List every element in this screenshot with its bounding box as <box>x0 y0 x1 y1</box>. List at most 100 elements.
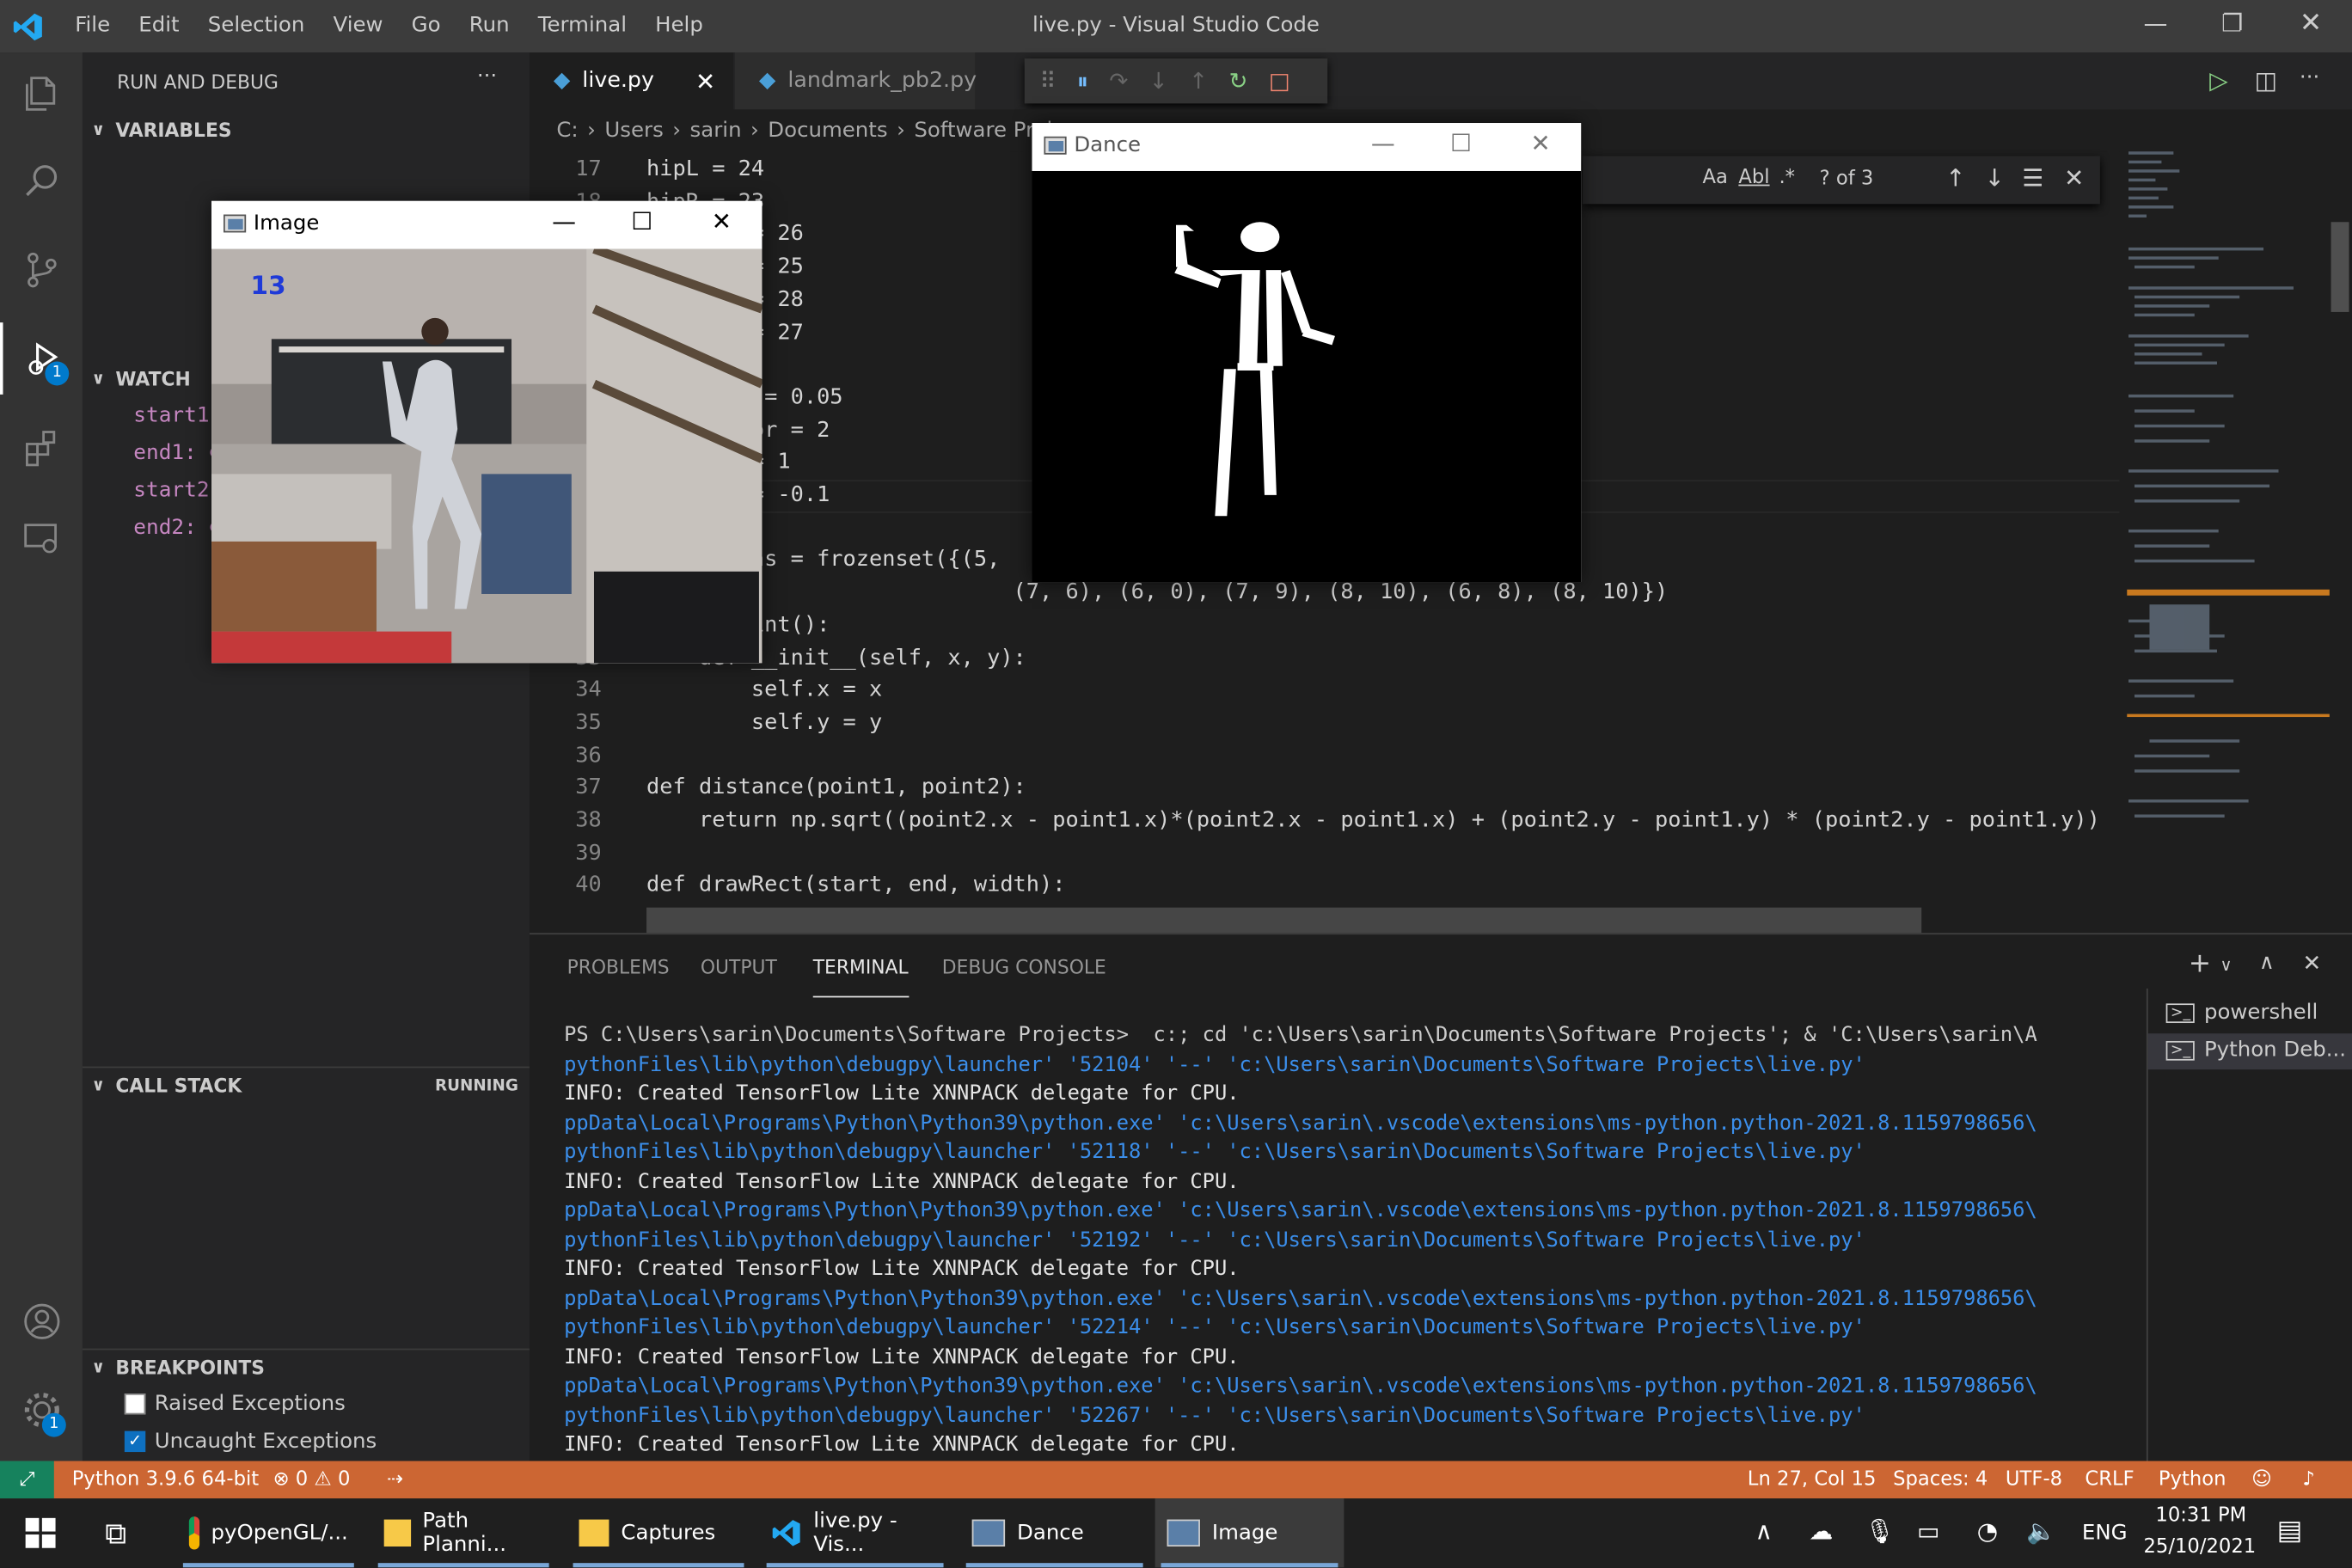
indentation[interactable]: Spaces: 4 <box>1893 1468 1988 1491</box>
restore-icon[interactable]: ❐ <box>2221 9 2243 37</box>
settings-gear-icon[interactable]: 1 <box>0 1374 83 1446</box>
checkbox[interactable] <box>124 1393 146 1415</box>
regex-icon[interactable]: .* <box>1779 167 1795 189</box>
variables-section-header[interactable]: ∨ VARIABLES <box>83 114 530 147</box>
feedback-icon[interactable]: ☺ <box>2251 1468 2272 1491</box>
terminal-output[interactable]: PS C:\Users\sarin\Documents\Software Pro… <box>564 1021 2124 1460</box>
image-window[interactable]: Image — ☐ ✕ 13 <box>211 200 763 664</box>
volume-icon[interactable]: 🔈 <box>2026 1516 2056 1545</box>
callstack-section-header[interactable]: ∨ CALL STACK RUNNING <box>83 1069 530 1102</box>
remote-indicator-icon[interactable]: ⤢ <box>0 1461 54 1499</box>
terminal-item-python-debug[interactable]: >_ Python Deb... <box>2165 1038 2346 1062</box>
more-actions-icon[interactable]: ··· <box>477 64 497 89</box>
breakpoint-uncaught-exceptions[interactable]: ✓ Uncaught Exceptions <box>124 1430 377 1454</box>
onedrive-icon[interactable]: ☁ <box>1809 1516 1833 1545</box>
run-debug-icon[interactable]: 1 <box>0 322 83 395</box>
code-line[interactable]: def distance(point1, point2): <box>646 776 1026 800</box>
breadcrumb-item[interactable]: sarin <box>690 119 742 143</box>
breakpoint-raised-exceptions[interactable]: Raised Exceptions <box>124 1392 346 1416</box>
explorer-icon[interactable] <box>0 57 83 129</box>
breakpoints-section-header[interactable]: ∨ BREAKPOINTS <box>83 1351 530 1384</box>
language-mode[interactable]: Python <box>2159 1468 2226 1491</box>
dance-window-titlebar[interactable]: Dance — ☐ ✕ <box>1032 123 1582 171</box>
battery-icon[interactable]: ▭ <box>1917 1516 1939 1545</box>
chevron-down-icon[interactable]: ∨ <box>2220 956 2232 976</box>
taskbar-app-dance[interactable]: Dance <box>960 1498 1149 1568</box>
taskbar-app-explorer-captures[interactable]: Captures <box>567 1498 750 1568</box>
code-line[interactable]: def drawRect(start, end, width): <box>646 873 1065 897</box>
watch-item[interactable]: start2 <box>133 479 209 503</box>
extensions-icon[interactable] <box>0 413 83 485</box>
microphone-icon[interactable]: 🎙 <box>1865 1516 1895 1545</box>
taskbar-app-vscode[interactable]: live.py - Vis... <box>761 1498 950 1568</box>
code-line[interactable]: (7, 6), (6, 0), (7, 9), (8, 10), (6, 8),… <box>646 580 1669 604</box>
drag-handle-icon[interactable]: ⠿ <box>1039 68 1056 95</box>
taskbar-app-chrome[interactable]: pyOpenGL/... <box>177 1498 360 1568</box>
problems-count[interactable]: ⊗ 0 ⚠ 0 <box>273 1468 351 1491</box>
step-over-icon[interactable]: ↷ <box>1109 68 1128 95</box>
close-find-icon[interactable]: ✕ <box>2064 163 2084 192</box>
cursor-position[interactable]: Ln 27, Col 15 <box>1748 1468 1877 1491</box>
tab-terminal[interactable]: TERMINAL <box>812 956 909 998</box>
dance-window[interactable]: Dance — ☐ ✕ <box>1032 123 1582 583</box>
maximize-panel-icon[interactable]: ∧ <box>2259 951 2275 975</box>
breadcrumb-item[interactable]: Users <box>604 119 663 143</box>
clock-time[interactable]: 10:31 PM <box>2155 1504 2246 1527</box>
taskbar-app-explorer-path[interactable]: Path Planni... <box>372 1498 555 1568</box>
encoding[interactable]: UTF-8 <box>2006 1468 2062 1491</box>
wifi-icon[interactable]: ◔ <box>1977 1516 1998 1545</box>
code-line[interactable]: self.x = x <box>646 678 882 702</box>
tab-output[interactable]: OUTPUT <box>701 956 777 978</box>
close-icon[interactable]: ✕ <box>703 207 739 236</box>
source-control-icon[interactable] <box>0 234 83 306</box>
restart-icon[interactable]: ↻ <box>1229 68 1248 95</box>
close-icon[interactable]: ✕ <box>1522 129 1559 157</box>
show-hidden-icons-icon[interactable]: ∧ <box>1755 1516 1773 1545</box>
tab-problems[interactable]: PROBLEMS <box>567 956 670 978</box>
split-editor-icon[interactable]: ◫ <box>2255 66 2277 95</box>
step-out-icon[interactable]: ↑ <box>1189 68 1208 95</box>
action-center-icon[interactable]: ▤ <box>2277 1515 2303 1547</box>
minimize-icon[interactable]: — <box>546 207 582 236</box>
close-icon[interactable]: ✕ <box>2300 8 2322 40</box>
live-share-icon[interactable]: ⇢ <box>387 1468 403 1491</box>
tab-landmark-pb2[interactable]: ◆ landmark_pb2.py <box>735 52 977 110</box>
minimize-icon[interactable]: — <box>1365 129 1401 157</box>
more-actions-icon[interactable]: ··· <box>2300 66 2319 90</box>
accounts-icon[interactable] <box>0 1285 83 1357</box>
new-terminal-icon[interactable]: + <box>2189 948 2211 980</box>
remote-explorer-icon[interactable] <box>0 503 83 575</box>
taskbar-app-image[interactable]: Image <box>1155 1498 1344 1568</box>
watch-item[interactable]: start1 <box>133 403 209 427</box>
tab-close-icon[interactable]: ✕ <box>695 67 715 95</box>
arrow-down-icon[interactable]: ↓ <box>1985 163 2005 192</box>
python-interpreter[interactable]: Python 3.9.6 64-bit <box>72 1468 259 1491</box>
clock-date[interactable]: 25/10/2021 <box>2143 1536 2256 1559</box>
input-language[interactable]: ENG <box>2082 1521 2128 1545</box>
step-into-icon[interactable]: ↓ <box>1149 68 1168 95</box>
image-window-titlebar[interactable]: Image — ☐ ✕ <box>211 200 763 249</box>
tab-live-py[interactable]: ◆ live.py ✕ <box>529 52 734 110</box>
tab-debug-console[interactable]: DEBUG CONSOLE <box>942 956 1106 978</box>
notifications-bell-icon[interactable]: ♪ <box>2302 1468 2314 1491</box>
code-line[interactable]: self.y = y <box>646 711 882 735</box>
maximize-icon[interactable]: ☐ <box>624 207 660 236</box>
breadcrumb-item[interactable]: C: <box>556 119 578 143</box>
checkbox-checked[interactable]: ✓ <box>124 1430 146 1453</box>
run-file-icon[interactable]: ▷ <box>2209 66 2227 95</box>
stop-icon[interactable]: □ <box>1269 68 1290 95</box>
match-case-icon[interactable]: Aa <box>1702 167 1727 189</box>
find-in-selection-icon[interactable]: ☰ <box>2022 163 2043 192</box>
task-view-button[interactable]: ⧉ <box>93 1498 138 1567</box>
minimap[interactable] <box>2119 109 2352 934</box>
horizontal-scrollbar[interactable] <box>646 907 1922 934</box>
pause-icon[interactable]: ⏸ <box>1077 68 1088 95</box>
close-panel-icon[interactable]: ✕ <box>2302 950 2321 977</box>
code-line[interactable]: hipL = 24 <box>646 157 764 181</box>
terminal-item-powershell[interactable]: >_ powershell <box>2165 1001 2318 1025</box>
minimize-icon[interactable]: — <box>2143 9 2167 37</box>
start-button[interactable] <box>12 1498 69 1567</box>
watch-item[interactable]: end2: ⊘ <box>133 516 222 540</box>
match-whole-word-icon[interactable]: Abl <box>1738 167 1769 189</box>
maximize-icon[interactable]: ☐ <box>1443 129 1479 157</box>
